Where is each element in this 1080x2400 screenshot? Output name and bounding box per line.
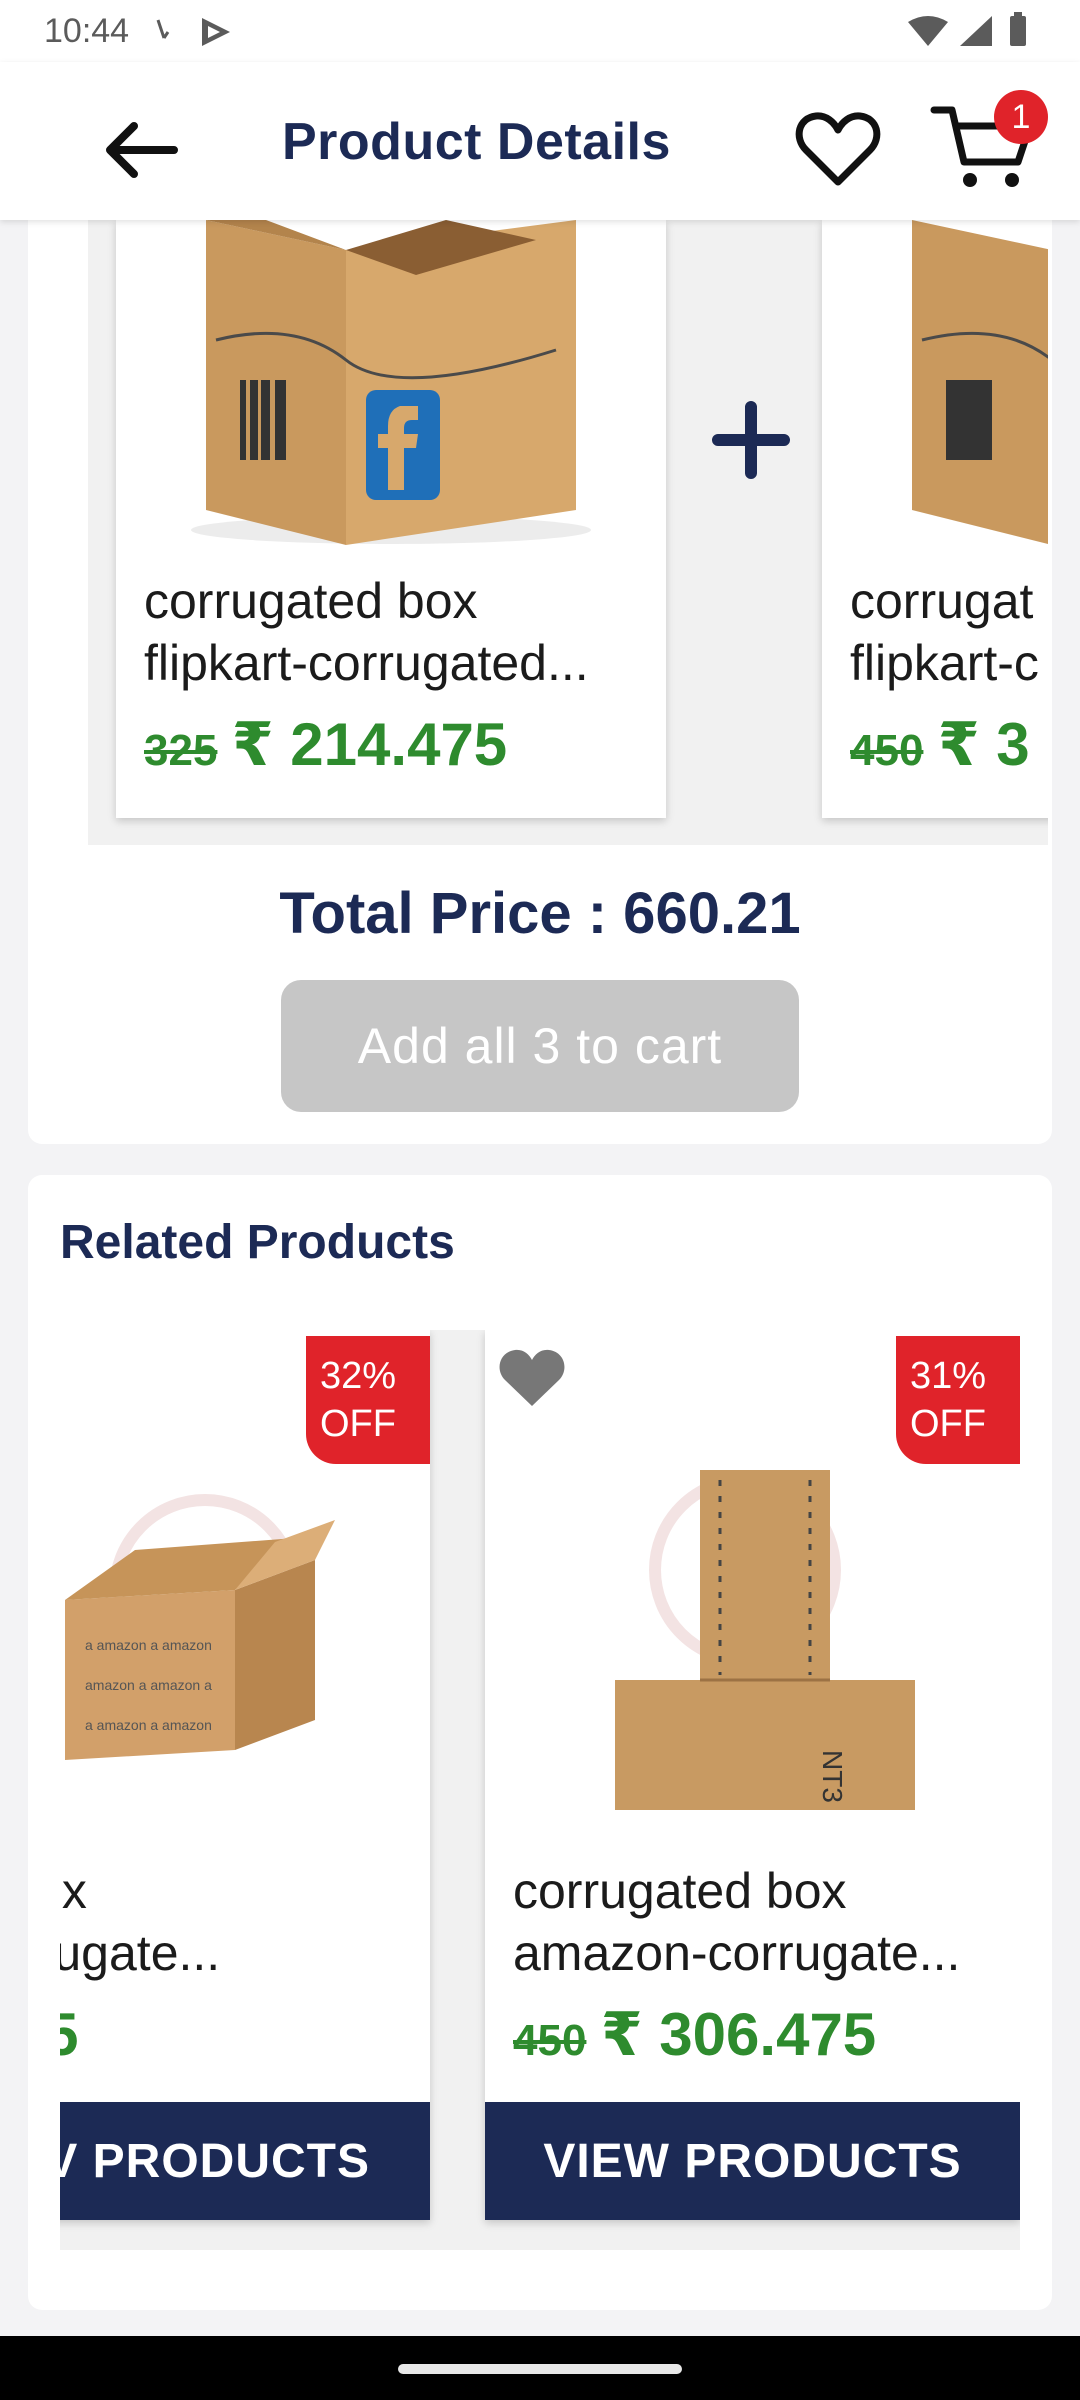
add-all-to-cart-button[interactable]: Add all 3 to cart: [281, 980, 799, 1112]
product-name: ated box: [60, 1863, 87, 1919]
total-price: Total Price : 660.21: [279, 881, 801, 946]
cart-count-badge: 1: [994, 90, 1048, 144]
status-bar: 10:44: [0, 0, 1080, 62]
svg-text:a amazon a amazon: a amazon a amazon: [85, 1717, 212, 1733]
heart-outline-icon[interactable]: [790, 100, 886, 196]
bundle-item-card[interactable]: corrugated box flipkart-corrugated... 32…: [116, 220, 666, 818]
system-navigation-bar: [0, 2336, 1080, 2400]
bundle-item-subname: flipkart-c: [850, 635, 1039, 691]
arrow-left-icon[interactable]: [92, 102, 188, 198]
page-title: Product Details: [282, 113, 671, 171]
old-price: 450: [513, 2016, 587, 2065]
discount-percent: 31%: [910, 1355, 987, 1397]
svg-text:amazon a amazon a: amazon a amazon a: [85, 1677, 212, 1693]
discount-badge: 32% OFF: [306, 1336, 430, 1464]
status-time: 10:44: [44, 12, 130, 50]
new-price: ₹ 3: [937, 711, 1030, 778]
discount-badge: 31% OFF: [896, 1336, 1020, 1464]
product-price: 339.25: [60, 2000, 79, 2069]
bundle-item-card[interactable]: corrugat flipkart-c 450 ₹ 3: [822, 220, 1048, 818]
old-price: 450: [850, 726, 924, 775]
new-price: 339.25: [60, 2001, 79, 2068]
product-subname: amazon-corrugate...: [513, 1925, 961, 1981]
bundle-item-price: 325 ₹ 214.475: [144, 710, 507, 780]
bundle-item-price: 450 ₹ 3: [850, 710, 1030, 780]
new-price: ₹ 214.475: [231, 711, 508, 778]
svg-text:NT3: NT3: [817, 1750, 848, 1803]
discount-percent: 32%: [320, 1355, 397, 1397]
bundle-item-name: corrugated box: [144, 573, 478, 629]
view-products-button[interactable]: VIEW PRODUCTS: [485, 2102, 1020, 2220]
app-bar: Product Details 1: [0, 62, 1080, 220]
view-products-label: V PRODUCTS: [60, 2134, 370, 2188]
plus-icon: [712, 401, 790, 479]
bundle-carousel[interactable]: corrugated box flipkart-corrugated... 32…: [88, 220, 1048, 845]
svg-text:a amazon a amazon: a amazon a amazon: [85, 1637, 212, 1653]
old-price: 325: [144, 726, 218, 775]
product-subname: on-corrugate...: [60, 1925, 221, 1981]
signal-battery-icons: [908, 12, 1026, 46]
related-products-carousel[interactable]: a amazon a amazon amazon a amazon a a am…: [60, 1330, 1020, 2250]
view-products-button[interactable]: V PRODUCTS: [60, 2102, 430, 2220]
product-image: a amazon a amazon amazon a amazon a a am…: [60, 1450, 430, 1830]
product-price: 450 ₹ 306.475: [513, 2000, 876, 2070]
related-product-card[interactable]: a amazon a amazon amazon a amazon a a am…: [60, 1330, 430, 2220]
product-image: NT3: [485, 1450, 1020, 1830]
bundle-item-name: corrugat: [850, 573, 1034, 629]
bundle-item-subname: flipkart-corrugated...: [144, 635, 589, 691]
notification-icons: [156, 18, 230, 46]
section-title: Related Products: [60, 1216, 455, 1269]
heart-filled-icon[interactable]: [495, 1344, 569, 1410]
product-image: [116, 220, 666, 545]
bundle-section: corrugated box flipkart-corrugated... 32…: [28, 190, 1052, 1144]
discount-off: OFF: [910, 1403, 986, 1445]
product-name: corrugated box: [513, 1863, 847, 1919]
discount-off: OFF: [320, 1403, 396, 1445]
product-details-screen: 10:44 Product Details 1 corrugated box f…: [0, 0, 1080, 2400]
product-image: [822, 220, 1048, 545]
home-gesture-handle[interactable]: [398, 2364, 682, 2374]
related-product-card[interactable]: NT3 31% OFF corrugated box amazon-corrug…: [485, 1330, 1020, 2220]
new-price: ₹ 306.475: [600, 2001, 877, 2068]
related-products-section: Related Products a amazon a amazon amazo…: [28, 1175, 1052, 2310]
